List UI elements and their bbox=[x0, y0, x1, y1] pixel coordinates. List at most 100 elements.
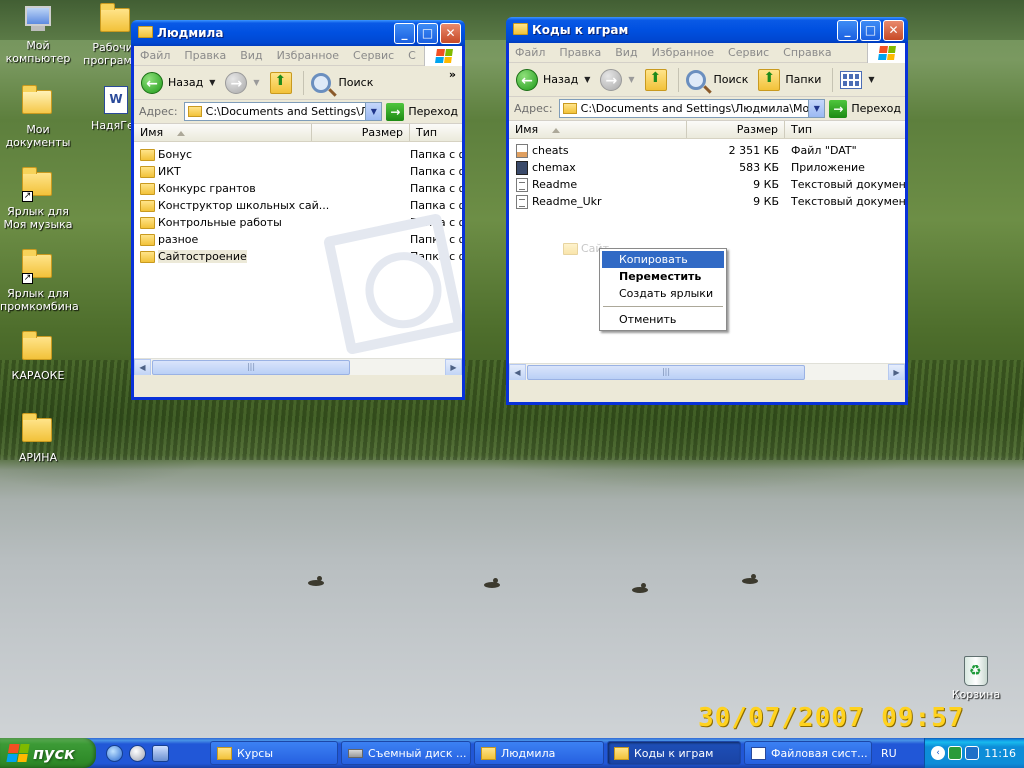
menu-item-cancel[interactable]: Отменить bbox=[602, 311, 724, 328]
maximize-button[interactable]: □ bbox=[417, 23, 438, 44]
taskbar-item-kursy[interactable]: Курсы bbox=[210, 741, 338, 765]
language-indicator[interactable]: RU bbox=[881, 747, 905, 760]
quick-launch-app-icon[interactable] bbox=[152, 744, 169, 762]
scroll-right-arrow-icon[interactable]: ▶ bbox=[888, 363, 905, 380]
menu-favorites[interactable]: Избранное bbox=[652, 46, 714, 59]
go-button[interactable]: → Переход bbox=[829, 99, 901, 118]
desktop-icon-karaoke[interactable]: КАРАОКЕ bbox=[0, 331, 76, 382]
column-header-type[interactable]: Тип bbox=[410, 124, 462, 141]
chevron-down-icon[interactable]: ▼ bbox=[253, 78, 259, 87]
back-button[interactable]: ← Назад ▼ bbox=[138, 69, 218, 97]
desktop-icon-label: Корзина bbox=[951, 688, 1001, 701]
file-list[interactable]: Имя Размер Тип БонусПапка с ф ИКТПапка с… bbox=[134, 124, 462, 375]
title-bar[interactable]: Коды к играм _ □ ✕ bbox=[506, 17, 908, 43]
desktop-icon-my-computer[interactable]: Мой компьютер bbox=[0, 4, 76, 65]
menu-item-create-shortcuts[interactable]: Создать ярлыки bbox=[602, 285, 724, 302]
taskbar-item-game-codes[interactable]: Коды к играм bbox=[607, 741, 741, 765]
scrollbar-thumb[interactable]: ||| bbox=[152, 359, 350, 375]
chevron-down-icon[interactable]: ▼ bbox=[868, 75, 874, 84]
address-input[interactable]: C:\Documents and Settings\Людмила ▼ bbox=[183, 102, 383, 121]
column-header-size[interactable]: Размер bbox=[687, 121, 785, 138]
menu-help[interactable]: Справка bbox=[783, 46, 831, 59]
chevron-down-icon[interactable]: ▼ bbox=[584, 75, 590, 84]
menu-edit[interactable]: Правка bbox=[184, 49, 226, 62]
toolbar-overflow-chevron[interactable]: » bbox=[449, 68, 456, 81]
forward-button[interactable]: → ▼ bbox=[222, 69, 262, 97]
menu-file[interactable]: Файл bbox=[140, 49, 170, 62]
menu-tools[interactable]: Сервис bbox=[728, 46, 769, 59]
up-folder-button[interactable] bbox=[267, 69, 295, 97]
forward-button[interactable]: → ▼ bbox=[597, 66, 637, 94]
start-button[interactable]: пуск bbox=[0, 738, 96, 768]
minimize-button[interactable]: _ bbox=[394, 23, 415, 44]
address-path: C:\Documents and Settings\Людмила\Мои до… bbox=[580, 102, 826, 115]
desktop-icon-arina[interactable]: АРИНА bbox=[0, 413, 76, 464]
taskbar-item-lyudmila[interactable]: Людмила bbox=[474, 741, 604, 765]
desktop-icon-label: Ярлык для промкомбина bbox=[0, 287, 79, 313]
list-item[interactable]: ИКТПапка с ф bbox=[134, 163, 462, 180]
column-header-name[interactable]: Имя bbox=[509, 121, 687, 138]
desktop-icon-my-music-shortcut[interactable]: ↗ Ярлык для Моя музыка bbox=[0, 167, 76, 231]
list-item[interactable]: Конструктор школьных сай...Папка с ф bbox=[134, 197, 462, 214]
search-button[interactable]: Поиск bbox=[683, 66, 752, 94]
show-hidden-icons-arrow-icon[interactable]: ‹ bbox=[931, 746, 945, 760]
folder-icon bbox=[22, 413, 54, 448]
horizontal-scrollbar[interactable]: ◀ ||| ▶ bbox=[134, 358, 462, 375]
maximize-button[interactable]: □ bbox=[860, 20, 881, 41]
horizontal-scrollbar[interactable]: ◀ ||| ▶ bbox=[509, 363, 905, 380]
list-item[interactable]: Конкурс грантовПапка с ф bbox=[134, 180, 462, 197]
column-header-name[interactable]: Имя bbox=[134, 124, 312, 141]
menu-item-copy[interactable]: Копировать bbox=[602, 251, 724, 268]
list-item[interactable]: cheats 2 351 КБ Файл "DAT" bbox=[509, 142, 905, 159]
scroll-left-arrow-icon[interactable]: ◀ bbox=[509, 363, 526, 380]
media-player-icon[interactable] bbox=[129, 744, 146, 762]
scroll-right-arrow-icon[interactable]: ▶ bbox=[445, 358, 462, 375]
menu-file[interactable]: Файл bbox=[515, 46, 545, 59]
views-button[interactable]: ▼ bbox=[837, 66, 877, 94]
list-item[interactable]: БонусПапка с ф bbox=[134, 146, 462, 163]
tray-app-icon[interactable] bbox=[965, 746, 979, 760]
folders-button[interactable]: Папки bbox=[755, 66, 824, 94]
title-bar[interactable]: Людмила _ □ ✕ bbox=[131, 20, 465, 46]
address-dropdown-button[interactable]: ▼ bbox=[808, 100, 825, 117]
column-header-size[interactable]: Размер bbox=[312, 124, 410, 141]
chevron-down-icon[interactable]: ▼ bbox=[209, 78, 215, 87]
desktop-icon-my-documents[interactable]: Мои документы bbox=[0, 85, 76, 149]
address-dropdown-button[interactable]: ▼ bbox=[365, 103, 382, 120]
wallpaper-duck bbox=[484, 578, 500, 588]
scroll-left-arrow-icon[interactable]: ◀ bbox=[134, 358, 151, 375]
chevron-down-icon[interactable]: ▼ bbox=[628, 75, 634, 84]
menu-item-move[interactable]: Переместить bbox=[602, 268, 724, 285]
menu-view[interactable]: Вид bbox=[615, 46, 637, 59]
desktop-icon-label: Мой компьютер bbox=[5, 39, 71, 65]
menu-tools[interactable]: Сервис bbox=[353, 49, 394, 62]
column-header-type[interactable]: Тип bbox=[785, 121, 905, 138]
close-button[interactable]: ✕ bbox=[883, 20, 904, 41]
search-button[interactable]: Поиск bbox=[308, 69, 377, 97]
list-item[interactable]: Readme 9 КБ Текстовый документ bbox=[509, 176, 905, 193]
menu-bar: Файл Правка Вид Избранное Сервис С bbox=[134, 46, 462, 66]
go-button[interactable]: → Переход bbox=[386, 102, 458, 121]
menu-view[interactable]: Вид bbox=[240, 49, 262, 62]
up-folder-button[interactable] bbox=[642, 66, 670, 94]
start-button-label: пуск bbox=[33, 743, 75, 763]
list-item[interactable]: Readme_Ukr 9 КБ Текстовый документ bbox=[509, 193, 905, 210]
internet-explorer-icon[interactable] bbox=[106, 744, 123, 762]
menu-edit[interactable]: Правка bbox=[559, 46, 601, 59]
address-input[interactable]: C:\Documents and Settings\Людмила\Мои до… bbox=[558, 99, 826, 118]
list-item[interactable]: chemax 583 КБ Приложение bbox=[509, 159, 905, 176]
desktop-icon-promkombina-shortcut[interactable]: ↗ Ярлык для промкомбина bbox=[0, 249, 79, 313]
scrollbar-thumb[interactable]: ||| bbox=[527, 364, 805, 380]
close-button[interactable]: ✕ bbox=[440, 23, 461, 44]
back-button[interactable]: ← Назад ▼ bbox=[513, 66, 593, 94]
menu-help-truncated[interactable]: С bbox=[408, 49, 416, 62]
minimize-button[interactable]: _ bbox=[837, 20, 858, 41]
clock[interactable]: 11:16 bbox=[984, 747, 1016, 760]
desktop-icon-recycle-bin[interactable]: Корзина bbox=[948, 656, 1004, 701]
explorer-window-game-codes[interactable]: Коды к играм _ □ ✕ Файл Правка Вид Избра… bbox=[506, 17, 908, 405]
safely-remove-hardware-icon[interactable] bbox=[948, 746, 962, 760]
menu-favorites[interactable]: Избранное bbox=[277, 49, 339, 62]
taskbar-item-file-system-doc[interactable]: Файловая сист... bbox=[744, 741, 872, 765]
taskbar-item-removable-disk[interactable]: Съемный диск ... bbox=[341, 741, 471, 765]
explorer-window-lyudmila[interactable]: Людмила _ □ ✕ Файл Правка Вид Избранное … bbox=[131, 20, 465, 400]
